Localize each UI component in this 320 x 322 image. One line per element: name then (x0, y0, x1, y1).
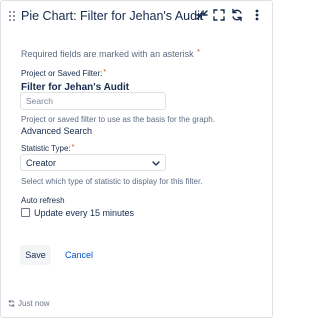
statistic-type-value: Creator (26, 158, 57, 168)
more-options-icon[interactable] (249, 7, 265, 23)
auto-refresh-label: Auto refresh (21, 196, 65, 205)
auto-refresh-checkbox-label[interactable]: Update every 15 minutes (34, 208, 134, 218)
refresh-icon[interactable] (229, 7, 245, 23)
project-filter-label: Project or Saved Filter:* (21, 69, 107, 78)
cancel-link[interactable]: Cancel (65, 250, 93, 260)
gadget-title: Pie Chart: Filter for Jehan's Audit (21, 9, 204, 23)
refresh-status-icon[interactable] (7, 299, 16, 308)
chevron-down-icon (152, 160, 160, 167)
required-marker: * (103, 69, 107, 76)
statistic-type-select[interactable]: Creator (20, 154, 166, 171)
advanced-search-link[interactable]: Advanced Search (21, 126, 92, 136)
save-button[interactable]: Save (20, 245, 51, 265)
required-fields-note: Required fields are marked with an aster… (21, 49, 200, 59)
filter-search-input[interactable] (20, 92, 166, 110)
collapse-icon[interactable] (194, 7, 210, 23)
maximize-icon[interactable] (211, 7, 227, 23)
gadget-panel: Pie Chart: Filter for Jehan's Audit Requ… (0, 0, 273, 318)
auto-refresh-checkbox[interactable] (21, 208, 30, 217)
last-refreshed-text: Just now (18, 299, 50, 308)
project-filter-help: Project or saved filter to use as the ba… (21, 115, 215, 124)
required-marker: * (71, 144, 75, 151)
statistic-type-label: Statistic Type:* (21, 144, 75, 153)
statistic-type-help: Select which type of statistic to displa… (21, 177, 203, 186)
drag-handle-icon[interactable] (9, 11, 15, 21)
gadget-header: Pie Chart: Filter for Jehan's Audit (1, 1, 272, 31)
